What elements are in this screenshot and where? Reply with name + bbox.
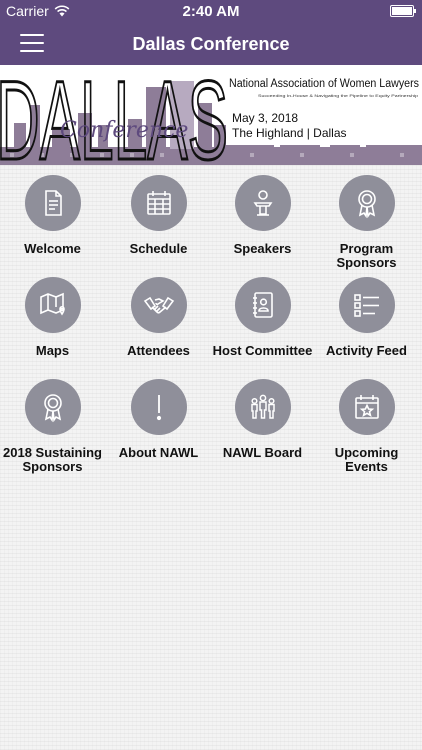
tile-label-line: Welcome	[24, 241, 81, 256]
tile-schedule[interactable]: Schedule	[106, 175, 211, 275]
calendar-star-icon	[354, 395, 379, 419]
tile-about-nawl[interactable]: About NAWL	[106, 379, 211, 479]
banner-script-text: Conference	[60, 118, 188, 143]
icon-circle	[24, 379, 81, 435]
calendar-icon	[146, 191, 171, 215]
tile-label-line: Attendees	[127, 343, 190, 358]
icon-circle	[130, 175, 187, 231]
tile-label: 2018 Sustaining Sponsors	[0, 446, 105, 474]
tile-welcome[interactable]: Welcome	[0, 175, 105, 275]
tile-program-sponsors[interactable]: Program Sponsors	[314, 175, 419, 275]
conference-banner: DALLAS Conference National Association o…	[0, 65, 422, 165]
tile-attendees[interactable]: Attendees	[106, 277, 211, 377]
tile-upcoming-events[interactable]: Upcoming Events	[314, 379, 419, 479]
icon-circle	[130, 379, 187, 435]
exclamation-icon	[156, 395, 161, 421]
banner-venue-text: The Highland | Dallas	[232, 126, 347, 140]
tile-label: Maps	[0, 344, 105, 358]
address-book-icon	[252, 292, 273, 318]
tile-label-line: Events	[345, 459, 388, 474]
icon-circle	[234, 379, 291, 435]
group-icon	[250, 394, 275, 419]
tile-label-line: Program	[339, 241, 394, 256]
list-icon	[353, 294, 379, 317]
icon-circle	[338, 175, 395, 231]
tile-label: About NAWL	[106, 446, 211, 460]
icon-circle	[338, 277, 395, 333]
handshake-icon	[143, 296, 174, 314]
tile-label: Schedule	[106, 242, 211, 256]
tile-label-line: Speakers	[233, 241, 292, 256]
map-icon	[39, 292, 65, 316]
banner-org-text: National Association of Women Lawyers	[229, 78, 419, 90]
award-ribbon-icon	[43, 394, 62, 423]
podium-icon	[253, 190, 272, 216]
status-bar: Carrier 2:40 AM	[0, 0, 422, 22]
nav-bar: Dallas Conference	[0, 22, 422, 65]
page-title: Dallas Conference	[132, 34, 290, 54]
award-ribbon-icon	[357, 190, 376, 219]
tile-label-line: Upcoming	[334, 445, 399, 460]
tile-activity-feed[interactable]: Activity Feed	[314, 277, 419, 377]
banner-date-text: May 3, 2018	[232, 111, 298, 125]
tile-label: Activity Feed	[314, 344, 419, 358]
document-icon	[44, 190, 62, 216]
tile-label-line: Schedule	[129, 241, 188, 256]
tile-label-line: About NAWL	[118, 445, 199, 460]
icon-circle	[24, 175, 81, 231]
tile-nawl-board[interactable]: NAWL Board	[210, 379, 315, 479]
tile-label-line: Sponsors	[22, 459, 83, 474]
banner-tagline-text: Succeeding In-House & Navigating the Pip…	[258, 93, 419, 98]
tile-label-line: NAWL Board	[222, 445, 303, 460]
tile-label-line: Host Committee	[212, 343, 313, 358]
battery-icon	[390, 5, 416, 17]
banner-city-text: DALLAS	[0, 65, 228, 165]
tile-label: Attendees	[106, 344, 211, 358]
tile-maps[interactable]: Maps	[0, 277, 105, 377]
icon-circle	[234, 175, 291, 231]
status-time: 2:40 AM	[182, 3, 240, 20]
tile-label-line: Activity Feed	[326, 343, 407, 358]
tile-label: Program Sponsors	[314, 242, 419, 270]
tile-label: Upcoming Events	[314, 446, 419, 474]
tile-label: NAWL Board	[210, 446, 315, 460]
tile-label: Speakers	[210, 242, 315, 256]
icon-circle	[234, 277, 291, 333]
tile-label-line: Sponsors	[336, 255, 397, 270]
tile-label-line: Maps	[35, 343, 70, 358]
icon-circle	[24, 277, 81, 333]
tile-label: Welcome	[0, 242, 105, 256]
tile-speakers[interactable]: Speakers	[210, 175, 315, 275]
tile-label: Host Committee	[210, 344, 315, 358]
icon-circle	[130, 277, 187, 333]
tile-host-committee[interactable]: Host Committee	[210, 277, 315, 377]
tile-label-line: 2018 Sustaining	[3, 445, 102, 460]
icon-circle	[338, 379, 395, 435]
tile-sustaining-sponsors[interactable]: 2018 Sustaining Sponsors	[0, 379, 105, 479]
